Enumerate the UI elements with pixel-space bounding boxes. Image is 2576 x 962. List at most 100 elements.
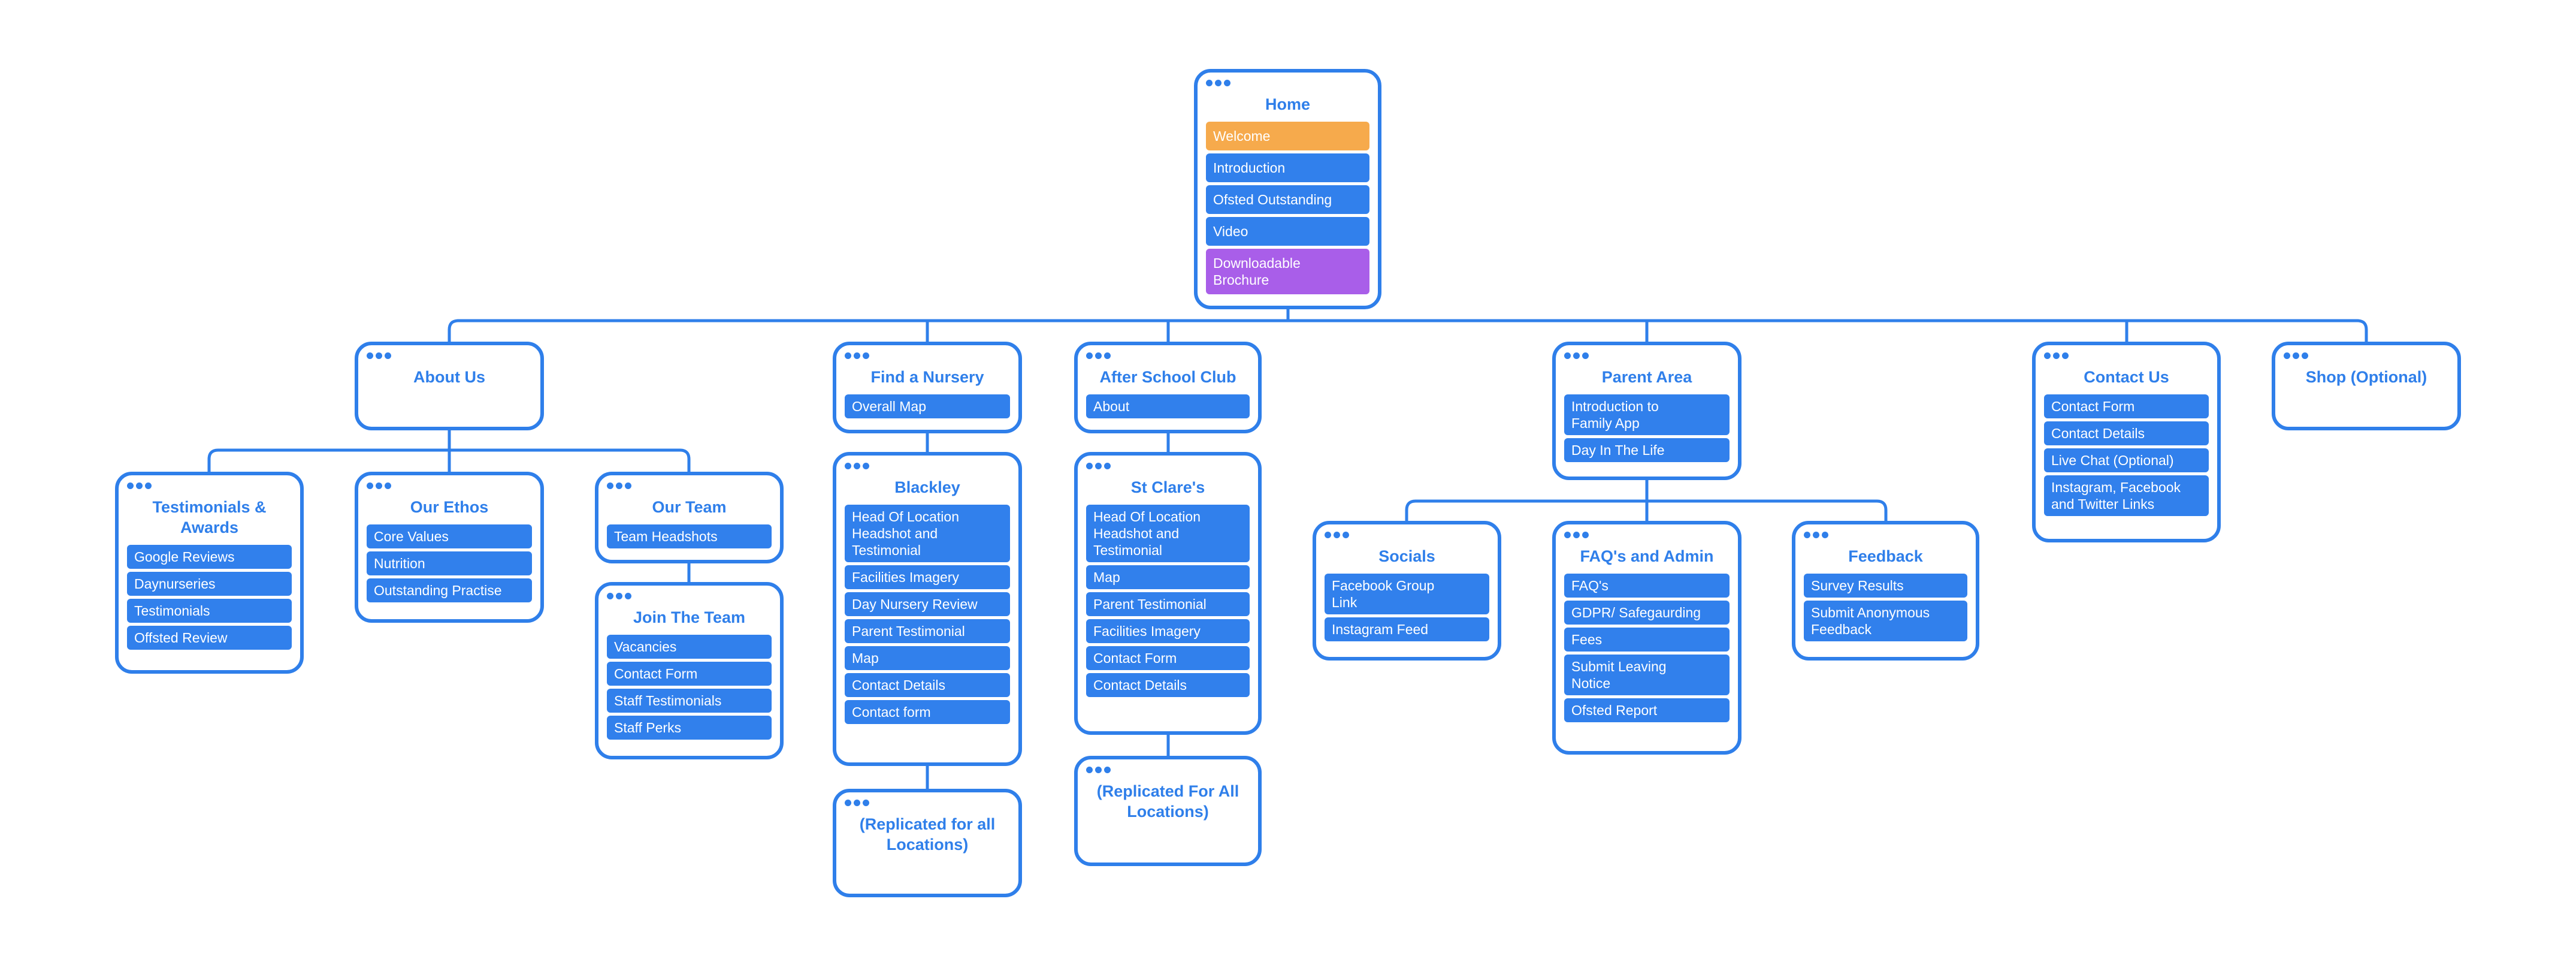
dot <box>607 482 613 489</box>
section-item[interactable]: Facebook Group Link <box>1325 574 1489 614</box>
window-dots-icon <box>845 352 869 359</box>
dot <box>854 800 860 806</box>
section-item[interactable]: Welcome <box>1206 122 1369 150</box>
page-card-find[interactable]: Find a Nursery Overall Map <box>833 342 1022 433</box>
section-item[interactable]: Contact form <box>845 700 1010 724</box>
dot <box>376 352 382 359</box>
dot <box>863 800 869 806</box>
section-item[interactable]: Contact Form <box>607 662 772 686</box>
section-item[interactable]: Day In The Life <box>1564 438 1730 462</box>
section-item[interactable]: Fees <box>1564 628 1730 652</box>
card-title: About Us <box>413 368 485 386</box>
dot <box>845 352 851 359</box>
section-item[interactable]: Staff Testimonials <box>607 689 772 713</box>
section-item[interactable]: Introduction <box>1206 153 1369 182</box>
page-card-home[interactable]: Home Welcome Introduction Ofsted Outstandin… <box>1194 69 1381 309</box>
section-item[interactable]: Testimonials <box>127 599 292 623</box>
section-item[interactable]: Ofsted Outstanding <box>1206 185 1369 214</box>
section-item[interactable]: Ofsted Report <box>1564 698 1730 722</box>
section-item[interactable]: Day Nursery Review <box>845 592 1010 616</box>
page-card-socials[interactable]: Socials Facebook Group Link Instagram Feed <box>1313 521 1501 661</box>
dot <box>616 593 622 599</box>
card-title: Socials <box>1378 547 1435 565</box>
page-card-contact[interactable]: Contact Us Contact Form Contact Details Liv… <box>2032 342 2221 542</box>
dot <box>2293 352 2299 359</box>
dot <box>1104 463 1111 469</box>
page-card-parent[interactable]: Parent Area Introduction to Family App Day… <box>1552 342 1741 480</box>
section-item[interactable]: Contact Details <box>1086 673 1250 697</box>
section-item[interactable]: Head Of Location Headshot and Testimonia… <box>845 505 1010 562</box>
page-card-repl-right[interactable]: (Replicated For All Locations) <box>1074 756 1262 866</box>
page-card-shop[interactable]: Shop (Optional) <box>2272 342 2461 430</box>
dot <box>1573 352 1580 359</box>
section-item[interactable]: Contact Form <box>1086 646 1250 670</box>
section-item[interactable]: Instagram Feed <box>1325 617 1489 641</box>
dot <box>845 463 851 469</box>
section-item[interactable]: Instagram, Facebook and Twitter Links <box>2044 475 2209 516</box>
section-item[interactable]: Parent Testimonial <box>1086 592 1250 616</box>
window-dots-icon <box>2044 352 2069 359</box>
section-item[interactable]: Offsted Review <box>127 626 292 650</box>
dot <box>376 482 382 489</box>
section-item[interactable]: Overall Map <box>845 394 1010 418</box>
page-card-stclare[interactable]: St Clare's Head Of Location Headshot and … <box>1074 452 1262 735</box>
section-item[interactable]: Contact Details <box>845 673 1010 697</box>
section-item[interactable]: Vacancies <box>607 635 772 659</box>
section-item[interactable]: Live Chat (Optional) <box>2044 448 2209 472</box>
dot <box>367 482 373 489</box>
card-title: Blackley <box>894 478 960 496</box>
page-card-after[interactable]: After School Club About <box>1074 342 1262 433</box>
card-title: St Clare's <box>1130 478 1205 496</box>
section-item[interactable]: Outstanding Practise <box>367 578 532 602</box>
section-item[interactable]: Survey Results <box>1804 574 1967 598</box>
page-card-team[interactable]: Our Team Team Headshots <box>595 472 784 563</box>
section-item[interactable]: Map <box>1086 565 1250 589</box>
dot <box>607 593 613 599</box>
section-item[interactable]: Video <box>1206 217 1369 246</box>
section-item[interactable]: Contact Details <box>2044 421 2209 445</box>
dot <box>385 482 391 489</box>
page-card-testimonials[interactable]: Testimonials & Awards Google Reviews Daynu… <box>115 472 304 674</box>
section-item[interactable]: FAQ's <box>1564 574 1730 598</box>
page-card-faq[interactable]: FAQ's and Admin FAQ's GDPR/ Safegaurding Fe… <box>1552 521 1741 755</box>
section-item[interactable]: Staff Perks <box>607 716 772 740</box>
section-item[interactable]: Core Values <box>367 524 532 548</box>
section-item[interactable]: About <box>1086 394 1250 418</box>
page-card-about[interactable]: About Us <box>355 342 544 430</box>
window-dots-icon <box>845 463 869 469</box>
section-item[interactable]: Contact Form <box>2044 394 2209 418</box>
dot <box>845 800 851 806</box>
page-card-feedback[interactable]: Feedback Survey Results Submit Anonymous F… <box>1792 521 1979 661</box>
dot <box>2053 352 2060 359</box>
section-item[interactable]: Head Of Location Headshot and Testimonia… <box>1086 505 1250 562</box>
section-item[interactable]: Nutrition <box>367 551 532 575</box>
dot <box>1582 532 1589 538</box>
card-title: Our Team <box>652 498 727 516</box>
dot <box>863 352 869 359</box>
section-item[interactable]: Introduction to Family App <box>1564 394 1730 435</box>
card-title: Parent Area <box>1601 368 1692 386</box>
page-card-blackley[interactable]: Blackley Head Of Location Headshot and Te… <box>833 452 1022 766</box>
section-item[interactable]: GDPR/ Safegaurding <box>1564 601 1730 625</box>
section-item[interactable]: Parent Testimonial <box>845 619 1010 643</box>
section-item[interactable]: Google Reviews <box>127 545 292 569</box>
window-dots-icon <box>1086 463 1111 469</box>
window-dots-icon <box>1564 532 1589 538</box>
dot <box>1206 80 1213 86</box>
window-dots-icon <box>1206 80 1230 86</box>
section-item[interactable]: Submit Anonymous Feedback <box>1804 601 1967 641</box>
section-item[interactable]: Facilities Imagery <box>1086 619 1250 643</box>
section-item[interactable]: Submit Leaving Notice <box>1564 655 1730 695</box>
section-item[interactable]: Downloadable Brochure <box>1206 249 1369 294</box>
dot <box>1224 80 1230 86</box>
section-item[interactable]: Team Headshots <box>607 524 772 548</box>
window-dots-icon <box>2284 352 2308 359</box>
window-dots-icon <box>845 800 869 806</box>
section-item[interactable]: Facilities Imagery <box>845 565 1010 589</box>
page-card-ethos[interactable]: Our Ethos Core Values Nutrition Outstanding… <box>355 472 544 623</box>
page-card-repl-left[interactable]: (Replicated for all Locations) <box>833 789 1022 897</box>
section-item[interactable]: Map <box>845 646 1010 670</box>
page-card-join[interactable]: Join The Team Vacancies Contact Form Staff … <box>595 582 784 759</box>
section-item[interactable]: Daynurseries <box>127 572 292 596</box>
dot <box>1813 532 1819 538</box>
